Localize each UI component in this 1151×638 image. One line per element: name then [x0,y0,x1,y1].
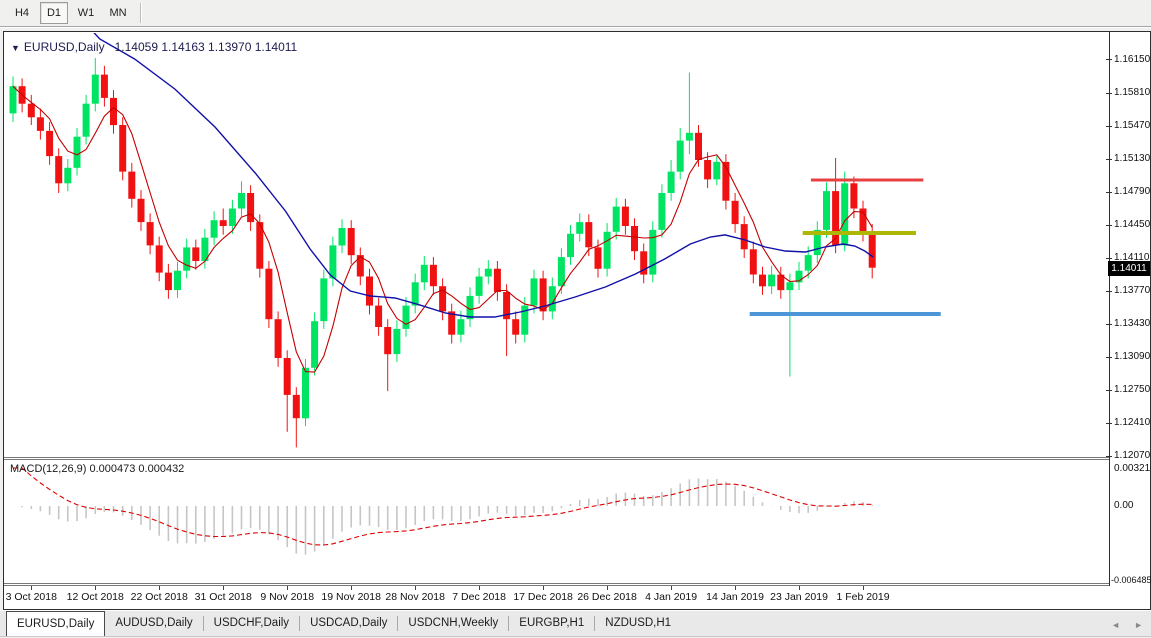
price-tick-label: 1.13430 [1114,318,1150,329]
price-axis[interactable]: 1.14011 1.16150 1.15810 1.15470 1.15130 1.14… [1110,32,1150,609]
price-tick-mark [1106,126,1112,127]
chart-tab-audusd[interactable]: AUDUSD,Daily [105,611,202,636]
date-tick-mark [415,586,416,590]
tab-scroll-right-icon[interactable]: ► [1134,620,1143,630]
date-tick-label: 23 Jan 2019 [770,591,828,603]
chart-tab-usdcnh[interactable]: USDCNH,Weekly [398,611,508,636]
chart-symbol-label: EURUSD,Daily [24,40,105,54]
tab-scroll-controls: ◄► [1111,611,1143,638]
chart-tab-eurusd[interactable]: EURUSD,Daily [6,611,105,636]
timeframe-button-d1[interactable]: D1 [40,2,68,24]
date-tick-mark [287,586,288,590]
date-tick-mark [351,586,352,590]
price-tick-label: 1.14790 [1114,186,1150,197]
macd-tick-label: -0.006485 [1111,575,1151,585]
timeframe-toolbar: H4D1W1MN [0,0,1151,27]
date-tick-label: 17 Dec 2018 [513,591,573,603]
price-tick-mark [1106,93,1112,94]
date-tick-label: 14 Jan 2019 [706,591,764,603]
macd-indicator-label: MACD(12,26,9) 0.000473 0.000432 [10,463,184,475]
date-tick-mark [479,586,480,590]
chart-title: ▼ EURUSD,Daily 1.14059 1.14163 1.13970 1.1… [11,40,297,54]
date-tick-mark [863,586,864,590]
date-tick-mark [543,586,544,590]
timeframe-button-mn[interactable]: MN [104,2,132,24]
price-tick-mark [1106,456,1112,457]
timeframe-button-h4[interactable]: H4 [8,2,36,24]
timeframe-button-w1[interactable]: W1 [72,2,100,24]
date-tick-mark [223,586,224,590]
price-tick-mark [1106,291,1112,292]
price-tick-mark [1106,59,1112,60]
price-tick-mark [1106,324,1112,325]
tab-scroll-left-icon[interactable]: ◄ [1111,620,1120,630]
macd-tick-label: 0.003216 [1114,463,1151,474]
price-tick-label: 1.12750 [1114,384,1150,395]
chart-tabs-bar: EURUSD,DailyAUDUSD,DailyUSDCHF,DailyUSDC… [0,610,1151,637]
price-tick-mark [1106,357,1112,358]
chart-tab-eurgbp[interactable]: EURGBP,H1 [509,611,594,636]
current-price-badge: 1.14011 [1108,261,1150,276]
price-tick-mark [1106,159,1112,160]
price-tick-label: 1.15470 [1114,120,1150,131]
date-tick-label: 3 Oct 2018 [6,591,57,603]
trading-terminal: H4D1W1MN ▼ EURUSD,Daily 1.14059 1.14163 1.… [0,0,1151,637]
chart-window: ▼ EURUSD,Daily 1.14059 1.14163 1.13970 1.1… [3,31,1151,610]
chart-tab-nzdusd[interactable]: NZDUSD,H1 [595,611,681,636]
price-tick-label: 1.13090 [1114,351,1150,362]
date-tick-label: 28 Nov 2018 [385,591,445,603]
macd-tick-label: 0.00 [1114,500,1133,511]
date-tick-mark [607,586,608,590]
date-tick-label: 22 Oct 2018 [131,591,188,603]
price-tick-label: 1.15130 [1114,153,1150,164]
chart-tab-usdcad[interactable]: USDCAD,Daily [300,611,397,636]
price-tick-mark [1106,423,1112,424]
price-tick-label: 1.14450 [1114,219,1150,230]
price-tick-mark [1106,390,1112,391]
date-tick-mark [799,586,800,590]
price-tick-label: 1.12410 [1114,417,1150,428]
price-tick-mark [1106,258,1112,259]
toolbar-separator [140,3,142,23]
date-tick-label: 31 Oct 2018 [195,591,252,603]
date-tick-mark [95,586,96,590]
time-axis[interactable]: 3 Oct 2018 12 Oct 2018 22 Oct 2018 31 Oct 2… [5,586,1109,608]
macd-canvas[interactable] [5,460,1109,583]
price-tick-label: 1.12070 [1114,450,1150,461]
date-tick-label: 19 Nov 2018 [321,591,381,603]
date-tick-label: 26 Dec 2018 [577,591,637,603]
price-tick-mark [1106,192,1112,193]
price-tick-label: 1.13770 [1114,285,1150,296]
date-tick-mark [31,586,32,590]
macd-name: MACD(12,26,9) [10,463,86,475]
macd-values: 0.000473 0.000432 [89,463,184,475]
price-tick-label: 1.15810 [1114,87,1150,98]
price-chart-canvas[interactable] [5,33,1109,457]
date-tick-label: 7 Dec 2018 [452,591,506,603]
date-tick-label: 12 Oct 2018 [67,591,124,603]
price-tick-label: 1.16150 [1114,54,1150,65]
date-tick-label: 4 Jan 2019 [645,591,697,603]
date-tick-mark [159,586,160,590]
date-tick-label: 9 Nov 2018 [260,591,314,603]
price-tick-mark [1106,225,1112,226]
date-tick-mark [671,586,672,590]
chart-ohlc-quote: 1.14059 1.14163 1.13970 1.14011 [115,40,298,54]
dropdown-arrow-icon[interactable]: ▼ [11,43,20,53]
date-tick-label: 1 Feb 2019 [836,591,889,603]
date-tick-mark [735,586,736,590]
chart-tab-usdchf[interactable]: USDCHF,Daily [204,611,299,636]
